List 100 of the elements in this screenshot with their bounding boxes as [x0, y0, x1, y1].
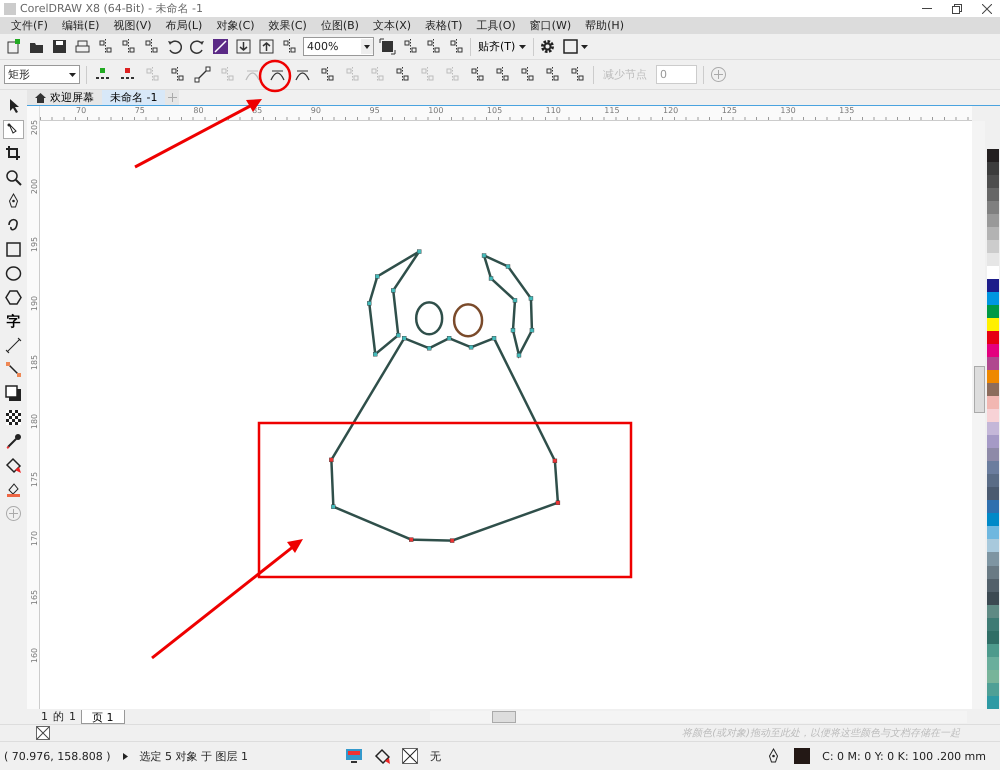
ruler-label: 105: [486, 106, 502, 115]
toolbar-button[interactable]: [50, 37, 69, 56]
document-tab[interactable]: 欢迎屏幕: [27, 90, 102, 105]
scroll-thumb[interactable]: [974, 366, 985, 413]
toolbox-tool[interactable]: [3, 264, 24, 283]
color-swatch[interactable]: [987, 292, 999, 306]
color-swatch[interactable]: [987, 266, 999, 280]
node-tool-icon: [169, 66, 186, 83]
toolbox-tool[interactable]: [3, 120, 24, 139]
node-tool-icon: [569, 66, 586, 83]
color-swatch[interactable]: [987, 500, 999, 514]
color-swatch[interactable]: [987, 149, 999, 162]
page-of-label: 的: [53, 709, 64, 724]
node-tool-button[interactable]: [193, 65, 212, 84]
color-swatch[interactable]: [987, 331, 999, 344]
color-swatch[interactable]: [987, 618, 999, 631]
toolbox-tool[interactable]: [3, 384, 24, 403]
color-swatch[interactable]: [987, 357, 999, 370]
color-swatch[interactable]: [987, 383, 999, 396]
color-swatch[interactable]: [987, 188, 999, 202]
color-swatch[interactable]: [987, 592, 999, 605]
launcher-button[interactable]: [561, 37, 590, 56]
color-swatch[interactable]: [987, 214, 999, 228]
color-swatch[interactable]: [987, 670, 999, 683]
menu-item[interactable]: 效果(C): [262, 18, 314, 33]
outline-status: C: 0 M: 0 Y: 0 K: 100 .200 mm: [822, 750, 987, 762]
toolbox-tool[interactable]: [3, 456, 24, 475]
color-swatch[interactable]: [987, 448, 999, 462]
color-swatch[interactable]: [987, 240, 999, 254]
menu-item[interactable]: 帮助(H): [578, 18, 631, 33]
color-swatch[interactable]: [987, 201, 999, 214]
color-swatch[interactable]: [987, 253, 999, 266]
menu-item[interactable]: 窗口(W): [522, 18, 578, 33]
color-swatch[interactable]: [987, 318, 999, 332]
toolbar-button[interactable]: [211, 37, 230, 56]
app-logo-icon: [4, 2, 16, 14]
menu-item[interactable]: 位图(B): [314, 18, 366, 33]
snap-dropdown[interactable]: 贴齐(T): [475, 39, 530, 54]
color-swatch[interactable]: [987, 552, 999, 566]
toolbox-tool[interactable]: [3, 360, 24, 379]
color-swatch[interactable]: [987, 566, 999, 579]
color-swatch[interactable]: [987, 279, 999, 292]
color-swatch[interactable]: [987, 344, 999, 358]
menu-item[interactable]: 文本(X): [366, 18, 418, 33]
zoom-field[interactable]: 400%: [303, 37, 374, 56]
color-swatch[interactable]: [987, 370, 999, 384]
color-swatch[interactable]: [987, 644, 999, 657]
color-swatch[interactable]: [987, 474, 999, 488]
toolbar-button[interactable]: [234, 37, 253, 56]
color-swatch[interactable]: [987, 435, 999, 448]
toolbox-tool[interactable]: 字: [3, 312, 24, 331]
menu-item[interactable]: 视图(V): [106, 18, 159, 33]
horizontal-scrollbar[interactable]: [430, 710, 967, 722]
color-swatch[interactable]: [987, 461, 999, 474]
color-swatch[interactable]: [987, 656, 999, 670]
menu-item[interactable]: 工具(O): [469, 18, 523, 33]
toolbox-tool[interactable]: [3, 408, 24, 427]
menu-item[interactable]: 编辑(E): [54, 18, 106, 33]
toolbox-tool[interactable]: [3, 336, 24, 355]
color-swatch[interactable]: [987, 305, 999, 318]
color-swatch[interactable]: [987, 630, 999, 644]
vertical-scrollbar[interactable]: [972, 121, 985, 709]
color-swatch[interactable]: [987, 696, 999, 709]
ruler-label: 130: [780, 106, 796, 115]
selection-status: 选定 5 对象 于 图层 1: [140, 748, 248, 764]
ruler-label: 180: [30, 413, 40, 429]
eyedropper-icon: [5, 433, 22, 450]
caret-icon: [519, 44, 526, 48]
color-swatch[interactable]: [987, 604, 999, 618]
color-swatch[interactable]: [987, 682, 999, 696]
ruler-label: 110: [546, 106, 561, 115]
ruler-label: 90: [310, 106, 321, 115]
scroll-thumb[interactable]: [492, 710, 516, 722]
object-type-dropdown[interactable]: 矩形: [4, 65, 80, 84]
color-swatch[interactable]: [987, 422, 999, 436]
color-swatch[interactable]: [987, 539, 999, 552]
menu-item[interactable]: 表格(T): [418, 18, 470, 33]
export-icon: [258, 38, 275, 55]
toolbar-button[interactable]: [257, 37, 276, 56]
page-tab[interactable]: 页 1: [81, 710, 124, 724]
color-swatch[interactable]: [987, 409, 999, 422]
selected-outline-drawing[interactable]: [329, 249, 560, 543]
color-swatch[interactable]: [987, 578, 999, 592]
color-swatch[interactable]: [987, 175, 999, 188]
no-color-swatch[interactable]: [36, 726, 50, 740]
color-swatch[interactable]: [987, 526, 999, 540]
menu-item[interactable]: 对象(C): [209, 18, 262, 33]
play-icon: [122, 752, 128, 760]
menu-item[interactable]: 布局(L): [158, 18, 210, 33]
node-tool-icon: [444, 66, 461, 83]
document-tab[interactable]: 未命名 -1: [102, 90, 166, 105]
color-swatch[interactable]: [987, 396, 999, 410]
color-swatch[interactable]: [987, 487, 999, 500]
toolbar-button[interactable]: [378, 37, 397, 56]
toolbox-tool[interactable]: [3, 288, 24, 307]
color-swatch[interactable]: [987, 513, 999, 526]
color-swatch[interactable]: [987, 227, 999, 240]
color-swatch[interactable]: [987, 162, 999, 176]
window-icon: [562, 38, 580, 55]
menu-item[interactable]: 文件(F): [4, 18, 55, 33]
